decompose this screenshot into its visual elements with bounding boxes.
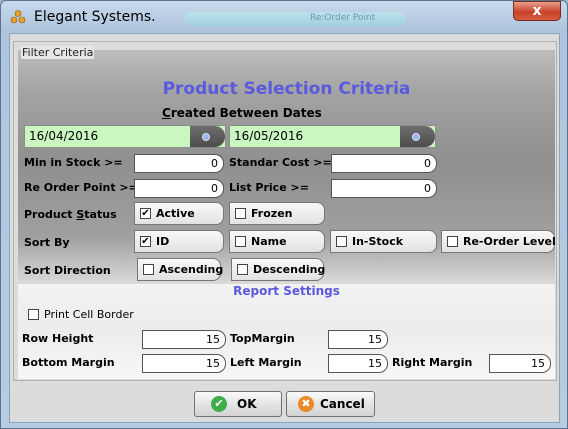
filter-panel: Product Selection Criteria Created Betwe…	[18, 50, 556, 284]
report-settings-heading: Report Settings	[233, 284, 340, 298]
checkbox-unchecked-icon	[143, 264, 154, 275]
sort-descending-checkbox[interactable]: Descending	[231, 258, 326, 281]
filter-criteria-legend: Filter Criteria	[21, 46, 95, 59]
min-stock-label: Min in Stock >=	[24, 156, 123, 169]
sort-id-label: ID	[156, 235, 170, 248]
checkbox-unchecked-icon	[28, 309, 39, 320]
top-margin-label: TopMargin	[230, 332, 295, 345]
sort-ascending-checkbox[interactable]: Ascending	[137, 258, 224, 281]
title-bar: Elegant Systems. Re:Order Point x	[1, 1, 567, 33]
dialog-body: Product Selection Criteria Created Betwe…	[9, 33, 560, 423]
date-to-value: 16/05/2016	[234, 129, 304, 143]
sort-direction-label: Sort Direction	[24, 264, 111, 277]
list-price-input[interactable]: 0	[331, 179, 437, 198]
window-title: Elegant Systems.	[34, 9, 156, 25]
ok-button[interactable]: ✔ OK	[194, 391, 282, 417]
created-between-label: Created Between Dates	[162, 106, 322, 120]
sort-id-checkbox[interactable]: ✔ ID	[134, 230, 224, 253]
date-to-field[interactable]: 16/05/2016	[229, 125, 436, 148]
reorder-point-input[interactable]: 0	[134, 179, 224, 198]
checkmark-icon: ✔	[211, 396, 227, 412]
date-picker-icon[interactable]	[400, 126, 435, 147]
blurred-title-text: Re:Order Point	[310, 13, 376, 23]
sort-descending-label: Descending	[253, 263, 326, 276]
checkbox-unchecked-icon	[336, 236, 347, 247]
close-button[interactable]: x	[513, 1, 561, 21]
date-from-field[interactable]: 16/04/2016	[24, 125, 226, 148]
left-margin-label: Left Margin	[230, 356, 302, 369]
created-between-label-text: reated Between Dates	[170, 106, 322, 120]
app-window: Elegant Systems. Re:Order Point x Produc…	[0, 0, 568, 429]
bottom-margin-input[interactable]: 15	[142, 354, 226, 373]
sort-instock-label: In-Stock	[352, 235, 404, 248]
status-frozen-label: Frozen	[251, 207, 293, 220]
cancel-button-label: Cancel	[320, 397, 365, 411]
status-active-checkbox[interactable]: ✔ Active	[134, 202, 224, 225]
right-margin-input[interactable]: 15	[489, 354, 551, 373]
blurred-title-area: Re:Order Point	[184, 12, 406, 26]
checkbox-checked-icon: ✔	[140, 236, 151, 247]
cancel-button[interactable]: ✖ Cancel	[286, 391, 375, 417]
sort-by-label: Sort By	[24, 236, 70, 249]
app-icon	[10, 10, 26, 24]
row-height-label: Row Height	[22, 332, 94, 345]
list-price-label: List Price >=	[229, 181, 309, 194]
product-selection-heading: Product Selection Criteria	[162, 79, 411, 99]
checkbox-checked-icon: ✔	[140, 208, 151, 219]
min-stock-input[interactable]: 0	[134, 154, 224, 173]
reorder-point-label: Re Order Point >=	[24, 181, 138, 194]
checkbox-unchecked-icon	[235, 236, 246, 247]
checkbox-unchecked-icon	[235, 208, 246, 219]
checkbox-unchecked-icon	[237, 264, 248, 275]
ok-button-label: OK	[237, 397, 257, 411]
report-settings-panel: Report Settings Print Cell Border Row He…	[18, 284, 555, 379]
close-icon: x	[532, 3, 542, 19]
row-height-input[interactable]: 15	[142, 330, 226, 349]
sort-name-label: Name	[251, 235, 287, 248]
bottom-margin-label: Bottom Margin	[22, 356, 115, 369]
date-from-value: 16/04/2016	[29, 129, 99, 143]
right-margin-label: Right Margin	[392, 356, 473, 369]
sort-ascending-label: Ascending	[159, 263, 224, 276]
standard-cost-label: Standar Cost >=	[229, 156, 332, 169]
product-status-label-post: tatus	[84, 208, 117, 221]
sort-reorder-label: Re-Order Level	[463, 235, 556, 248]
cancel-icon: ✖	[298, 396, 314, 412]
sort-instock-checkbox[interactable]: In-Stock	[330, 230, 437, 253]
standard-cost-input[interactable]: 0	[331, 154, 437, 173]
checkbox-unchecked-icon	[447, 236, 458, 247]
filter-criteria-group: Product Selection Criteria Created Betwe…	[13, 41, 557, 381]
sort-reorder-checkbox[interactable]: Re-Order Level	[441, 230, 556, 253]
product-status-label: Product Status	[24, 208, 117, 221]
date-picker-icon[interactable]	[190, 126, 225, 147]
status-active-label: Active	[156, 207, 195, 220]
print-cell-border-label: Print Cell Border	[44, 308, 134, 321]
status-frozen-checkbox[interactable]: Frozen	[229, 202, 325, 225]
print-cell-border-checkbox[interactable]: Print Cell Border	[23, 304, 183, 327]
top-margin-input[interactable]: 15	[328, 330, 388, 349]
product-status-label-pre: Product	[24, 208, 77, 221]
sort-name-checkbox[interactable]: Name	[229, 230, 325, 253]
left-margin-input[interactable]: 15	[328, 354, 388, 373]
